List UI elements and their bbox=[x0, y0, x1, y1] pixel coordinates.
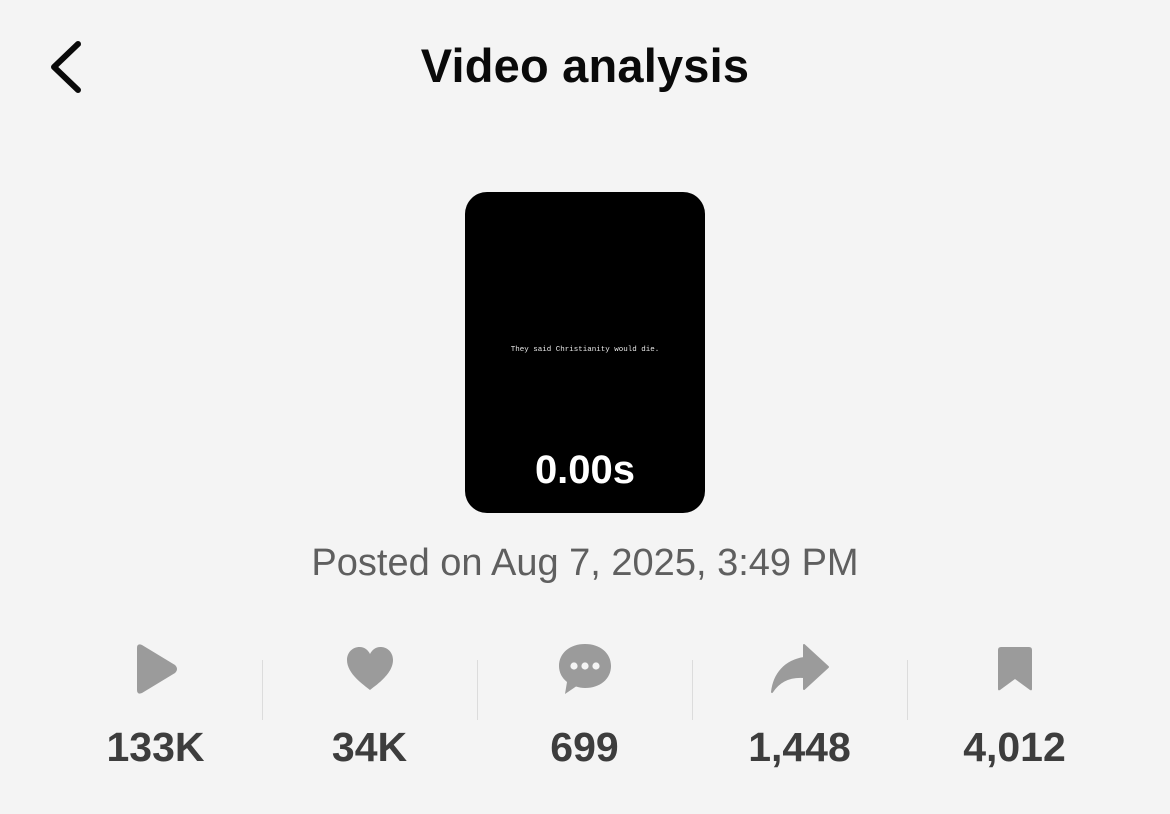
page-title: Video analysis bbox=[420, 39, 750, 92]
posted-date: Posted on Aug 7, 2025, 3:49 PM bbox=[311, 542, 859, 584]
stat-views: 133K bbox=[48, 630, 263, 780]
likes-count: 34K bbox=[331, 724, 408, 770]
views-count: 133K bbox=[106, 724, 205, 770]
shares-count: 1,448 bbox=[748, 724, 851, 770]
video-caption: They said Christianity would die. bbox=[510, 346, 660, 354]
header: Video analysis bbox=[0, 0, 1170, 140]
comment-icon bbox=[558, 644, 611, 694]
bookmark-icon bbox=[997, 647, 1032, 691]
play-icon bbox=[136, 644, 177, 694]
saves-count: 4,012 bbox=[963, 724, 1066, 770]
stat-shares: 1,448 bbox=[692, 630, 907, 780]
comments-count: 699 bbox=[550, 724, 619, 770]
video-thumbnail[interactable]: They said Christianity would die. 0.00s bbox=[465, 192, 705, 513]
stats-row: 133K 34K 699 1,448 4,012 bbox=[48, 630, 1122, 780]
video-timestamp: 0.00s bbox=[534, 448, 636, 492]
heart-icon bbox=[346, 647, 393, 690]
stat-likes: 34K bbox=[262, 630, 477, 780]
stat-comments: 699 bbox=[477, 630, 692, 780]
share-icon bbox=[770, 644, 829, 693]
stat-saves: 4,012 bbox=[907, 630, 1122, 780]
